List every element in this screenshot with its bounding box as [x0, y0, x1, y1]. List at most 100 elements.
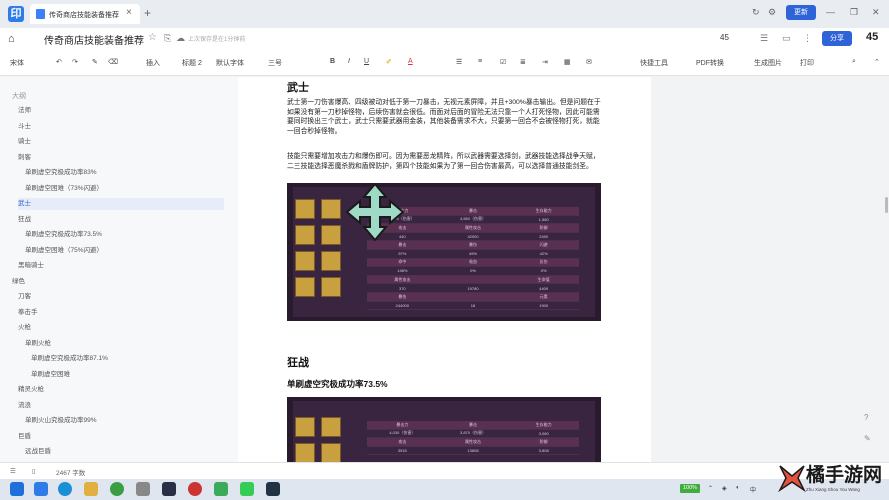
menu-icon[interactable]: ☰ [760, 33, 768, 44]
outline-item[interactable]: 法师 [18, 105, 224, 117]
chrome-icon[interactable] [110, 482, 124, 496]
redo-icon[interactable]: ↷ [72, 58, 78, 66]
more-icon[interactable]: ⋮ [803, 33, 812, 44]
word-count[interactable]: 2467 字数 [56, 467, 85, 477]
app-d-icon[interactable] [214, 482, 228, 496]
edge-icon[interactable] [58, 482, 72, 496]
feedback-icon[interactable]: ✎ [864, 434, 871, 443]
refresh-icon[interactable]: ↻ [752, 7, 760, 18]
network-icon[interactable]: ◈ [722, 485, 727, 492]
outline-item[interactable]: 拳击手 [18, 307, 224, 319]
search-icon[interactable]: ⌕ [852, 58, 856, 66]
wechat-icon[interactable] [240, 482, 254, 496]
collapse-icon[interactable]: ⌃ [874, 58, 880, 66]
battery-indicator[interactable]: 100% [680, 484, 700, 493]
outline-item[interactable]: 单刷虚空困难（73%闪避） [25, 183, 224, 195]
points-badge[interactable]: 45 [720, 33, 729, 42]
bullet-list-icon[interactable]: ☰ [456, 58, 462, 66]
outline-item[interactable]: 精灵火枪 [18, 384, 224, 396]
help-icon[interactable]: ? [864, 413, 868, 422]
page-icon[interactable]: ▯ [32, 467, 36, 475]
generate-image-button[interactable]: 生成图片 [754, 58, 782, 68]
number-list-icon[interactable]: ≡ [478, 58, 482, 65]
quick-tools-menu[interactable]: 快捷工具 [640, 58, 668, 68]
outline-item[interactable]: 骑士 [18, 136, 224, 148]
table-icon[interactable]: ▦ [564, 58, 571, 66]
outline-item[interactable]: 单刷虚空究极成功率73.5% [25, 229, 224, 241]
insert-menu[interactable]: 插入 [146, 58, 160, 68]
window-close-icon[interactable]: ✕ [872, 7, 880, 18]
cloud-icon[interactable]: ☁ [176, 33, 185, 44]
outline-item[interactable]: 单刷火枪 [25, 338, 224, 350]
outline-item[interactable]: 巨盾 [18, 431, 224, 443]
outline-item[interactable]: 流浪 [18, 400, 224, 412]
app-c-icon[interactable] [188, 482, 202, 496]
home-icon[interactable]: ⌂ [8, 33, 15, 45]
app-e-icon[interactable] [266, 482, 280, 496]
app-b-icon[interactable] [162, 482, 176, 496]
start-icon[interactable] [10, 482, 24, 496]
font-style-dropdown[interactable]: 宋体 [10, 58, 24, 68]
move-cursor-icon[interactable] [346, 183, 404, 241]
print-button[interactable]: 打印 [800, 58, 814, 68]
settings-icon[interactable]: ⚙ [768, 7, 776, 18]
outline-item[interactable]: 狂战 [18, 214, 224, 226]
checkbox-icon[interactable]: ☑ [500, 58, 506, 66]
italic-button[interactable]: I [348, 58, 350, 65]
outline-item[interactable]: 斗士 [18, 121, 224, 133]
present-icon[interactable]: ▭ [782, 33, 791, 44]
pdf-convert-menu[interactable]: PDF转换 [696, 58, 724, 68]
bold-button[interactable]: B [330, 58, 335, 65]
outline-item[interactable]: 火枪 [18, 322, 224, 334]
table-cell: 防御 [539, 224, 548, 230]
document-title[interactable]: 传奇商店技能装备推荐 [44, 32, 144, 47]
outline-item[interactable]: 单刷火山究极成功率99% [25, 415, 224, 427]
os-taskbar: 100% ⌃ ◈ ◐ 中 [0, 479, 889, 500]
outline-item[interactable]: 单刷虚空究极成功率83% [25, 167, 224, 179]
volume-icon[interactable]: ◐ [736, 485, 740, 491]
undo-icon[interactable]: ↶ [56, 58, 62, 66]
tab-document[interactable]: 传奇商店技能装备推荐 × [30, 4, 140, 24]
app-icon[interactable] [34, 482, 48, 496]
outline-item[interactable]: 绿色 [12, 276, 224, 288]
add-tab-icon[interactable]: + [144, 6, 151, 20]
folder-icon[interactable] [84, 482, 98, 496]
font-color-button[interactable]: A [408, 58, 413, 65]
document-canvas[interactable]: 武士 武士第一刀伤害爆高、四级被动对低于第一刀暴击，无视元素屏障，并且+300%… [238, 77, 651, 462]
equip-slot [321, 417, 341, 437]
outline-item[interactable]: 刺客 [18, 152, 224, 164]
outline-item[interactable]: 单刷虚空困难（75%闪避） [25, 245, 224, 257]
font-family-dropdown[interactable]: 默认字体 [216, 58, 244, 68]
eraser-icon[interactable]: ⌫ [108, 58, 118, 66]
minimize-icon[interactable]: — [826, 7, 835, 17]
outline-toggle-icon[interactable]: ☰ [10, 467, 16, 475]
heading-dropdown[interactable]: 标题 2 [182, 58, 202, 68]
outline-item[interactable]: 武士 [18, 198, 224, 210]
user-avatar[interactable]: 45 [866, 31, 878, 43]
font-size-dropdown[interactable]: 三号 [268, 58, 282, 68]
comment-icon[interactable]: ✉ [586, 58, 592, 66]
outline-item[interactable]: 单刷虚空困难 [31, 369, 224, 381]
close-icon[interactable]: × [126, 7, 132, 18]
gear-icon[interactable] [136, 482, 150, 496]
outline-item[interactable]: 远战巨盾 [25, 446, 224, 458]
align-icon[interactable]: ≣ [520, 58, 526, 66]
scrollbar-thumb[interactable] [885, 197, 888, 213]
export-icon[interactable]: ⎘ [164, 33, 171, 44]
app-logo-icon[interactable]: 印 [8, 6, 24, 22]
format-painter-icon[interactable]: ✎ [92, 58, 98, 66]
highlight-icon[interactable]: ✐ [386, 58, 392, 66]
star-icon[interactable]: ☆ [148, 32, 157, 43]
outline-item[interactable]: 黑暗骑士 [18, 260, 224, 272]
outline-item[interactable]: 单刷虚空究极成功率87.1% [31, 353, 224, 365]
outline-item[interactable]: 刀客 [18, 291, 224, 303]
indent-icon[interactable]: ⇥ [542, 58, 548, 66]
share-button[interactable]: 分享 [822, 31, 852, 46]
update-button[interactable]: 更新 [786, 5, 816, 20]
ime-icon[interactable]: 中 [750, 485, 756, 494]
restore-icon[interactable]: ❐ [850, 7, 858, 18]
underline-button[interactable]: U [364, 58, 369, 65]
heading-kuangzhan: 狂战 [287, 357, 309, 369]
tray-icon[interactable]: ⌃ [708, 485, 713, 492]
heading-kuangzhan-rate: 单刷虚空究极成功率73.5% [287, 379, 388, 389]
